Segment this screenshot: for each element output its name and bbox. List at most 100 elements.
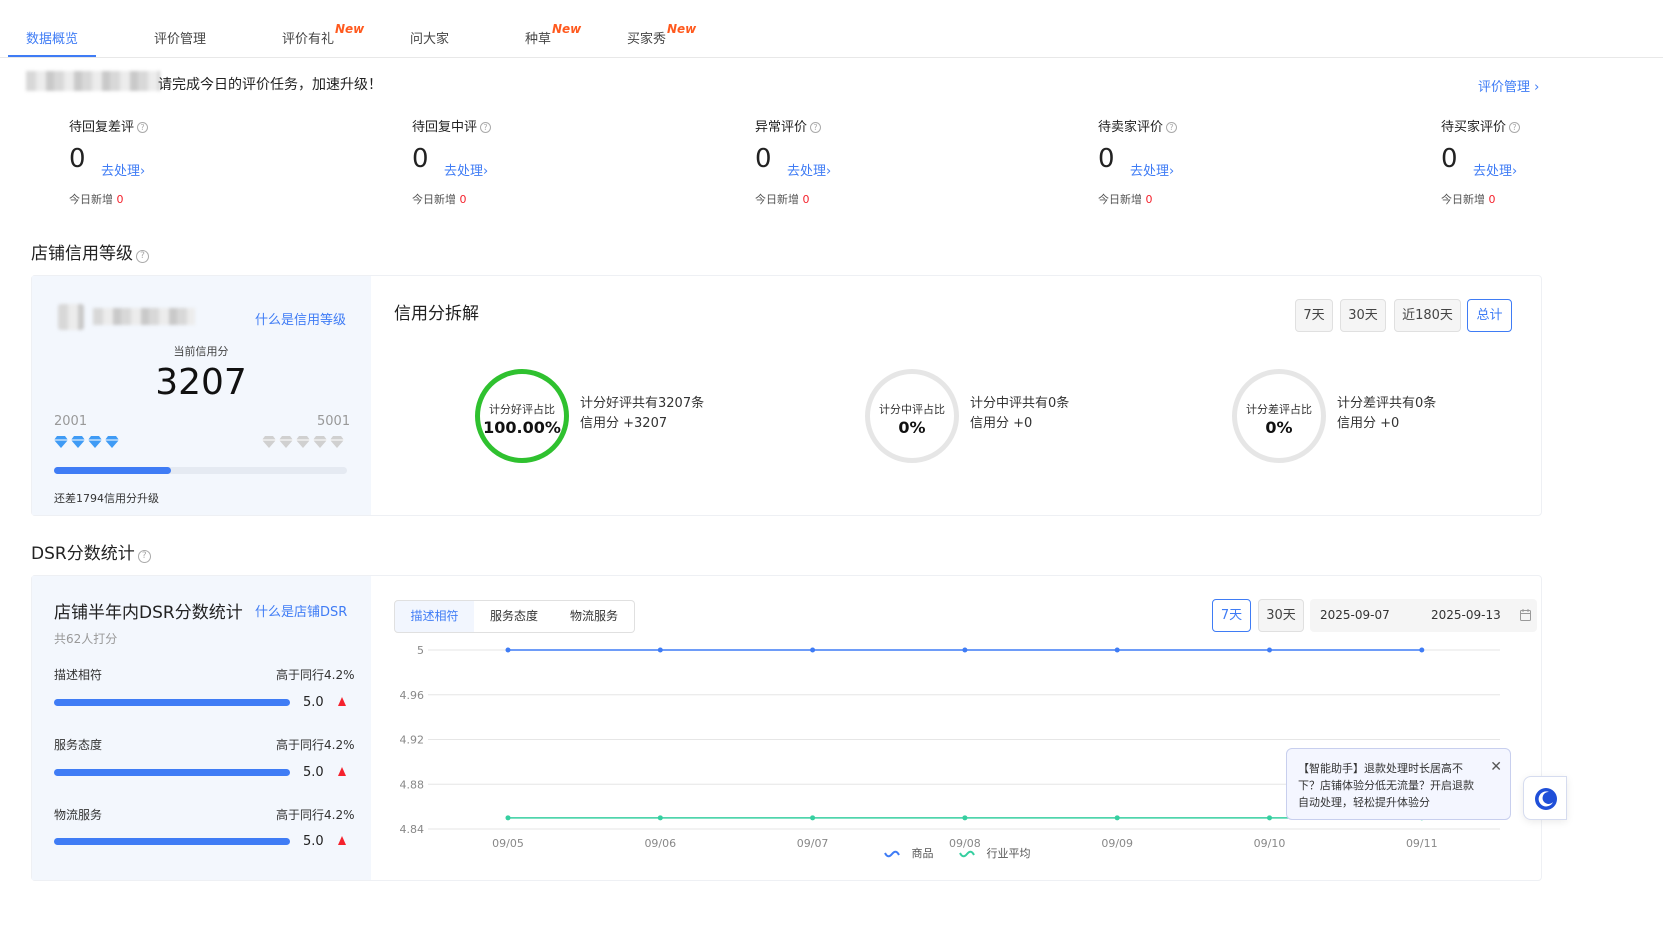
diamond-icon — [105, 436, 119, 448]
up-arrow-icon — [338, 767, 346, 776]
today-value: 0 — [1488, 193, 1496, 206]
diamond-icon — [54, 436, 68, 448]
tab-label: 种草 — [525, 32, 552, 47]
assistant-float-button[interactable] — [1523, 776, 1567, 820]
blue-diamonds — [54, 433, 122, 452]
stat-pending-buyer-review: 待买家评价? 0 去处理› 今日新增 0 — [1441, 116, 1641, 206]
shop-avatar — [58, 304, 84, 330]
y-tick-label: 4.92 — [400, 734, 425, 747]
up-arrow-icon — [338, 836, 346, 845]
tab-seeding[interactable]: 种草 New — [525, 22, 581, 47]
stat-pending-seller-review: 待卖家评价? 0 去处理› 今日新增 0 — [1098, 116, 1398, 206]
credit-breakdown-title: 信用分拆解 — [394, 304, 479, 324]
task-notice: 请完成今日的评价任务，加速升级！ — [158, 77, 382, 93]
blurred-shop-name — [26, 71, 160, 91]
mid-review-ring: 计分中评占比 0% — [865, 369, 959, 463]
ring-value: 0% — [898, 418, 926, 437]
go-handle-link[interactable]: 去处理› — [787, 160, 831, 179]
help-icon[interactable]: ? — [480, 122, 492, 133]
ring-label: 计分差评占比 — [1246, 403, 1312, 416]
range-30d-button[interactable]: 30天 — [1340, 299, 1386, 332]
series-point — [810, 815, 816, 821]
date-start[interactable]: 2025-09-07 — [1320, 608, 1390, 622]
credit-progress-fill — [54, 467, 172, 474]
tab-buyer-show[interactable]: 买家秀 New — [627, 22, 696, 47]
ring-desc-line: 计分好评共有3207条 — [580, 396, 705, 411]
stat-title: 待回复中评 — [412, 120, 478, 135]
stat-title: 异常评价 — [755, 120, 808, 135]
help-icon[interactable]: ? — [137, 122, 149, 133]
calendar-icon[interactable] — [1520, 609, 1531, 621]
credit-score: 3207 — [155, 362, 247, 403]
new-badge: New — [667, 22, 697, 36]
x-tick-label: 09/11 — [1406, 837, 1438, 850]
help-icon[interactable]: ? — [137, 550, 151, 563]
dsr-raters: 共62人打分 — [54, 632, 118, 646]
go-handle-link[interactable]: 去处理› — [101, 160, 145, 179]
good-review-ring: 计分好评占比 100.00% — [475, 369, 569, 463]
help-icon[interactable]: ? — [136, 250, 149, 263]
help-icon[interactable]: ? — [810, 122, 822, 133]
diamond-icon — [88, 436, 102, 448]
bad-review-ring: 计分差评占比 0% — [1232, 369, 1326, 463]
segment-logistics[interactable]: 物流服务 — [554, 600, 635, 633]
tab-data-overview[interactable]: 数据概览 — [26, 28, 78, 47]
diamond-icon — [313, 436, 327, 448]
ring-desc-line: 信用分 +0 — [970, 416, 1033, 431]
segment-description[interactable]: 描述相符 — [394, 600, 475, 633]
credit-progress-track — [54, 467, 347, 474]
what-is-dsr-link[interactable]: 什么是店铺DSR — [255, 601, 347, 620]
stat-title: 待买家评价 — [1441, 120, 1507, 135]
diamond-icon — [296, 436, 310, 448]
tab-review-gift[interactable]: 评价有礼 New — [282, 22, 364, 47]
range-180d-button[interactable]: 近180天 — [1394, 299, 1461, 332]
new-badge: New — [335, 22, 365, 36]
smart-assistant-tip[interactable]: 【智能助手】退款处理时长居高不下？店铺体验分低无流量？开启退款自动处理，轻松提升… — [1286, 748, 1511, 820]
today-label: 今日新增 — [1098, 193, 1142, 206]
date-range-picker[interactable]: 2025-09-07 2025-09-13 — [1310, 599, 1537, 632]
stat-value: 0 — [1441, 144, 1458, 174]
today-label: 今日新增 — [1441, 193, 1485, 206]
series-point — [810, 647, 816, 653]
chart-legend: 商品 行业平均 — [884, 845, 1031, 861]
what-is-credit-link[interactable]: 什么是信用等级 — [255, 309, 346, 328]
help-icon[interactable]: ? — [1509, 122, 1521, 133]
today-label: 今日新增 — [69, 193, 113, 206]
range-total-button[interactable]: 总计 — [1467, 299, 1512, 332]
legend-product-icon — [884, 850, 900, 858]
y-tick-label: 4.84 — [400, 823, 425, 836]
x-tick-label: 09/05 — [492, 837, 524, 850]
diamond-icon — [330, 436, 344, 448]
ring-value: 0% — [1265, 418, 1293, 437]
today-value: 0 — [459, 193, 467, 206]
go-handle-link[interactable]: 去处理› — [444, 160, 488, 179]
credit-low-bound: 2001 — [54, 414, 88, 429]
dsr-row-compare: 高于同行4.2% — [276, 808, 355, 822]
mid-review-desc: 计分中评共有0条 信用分 +0 — [970, 394, 1069, 434]
legend-label: 行业平均 — [986, 847, 1031, 860]
go-handle-link[interactable]: 去处理› — [1473, 160, 1517, 179]
ring-desc-line: 计分差评共有0条 — [1337, 396, 1437, 411]
dsr-row-compare: 高于同行4.2% — [276, 738, 355, 752]
series-point — [962, 647, 968, 653]
stat-abnormal-review: 异常评价? 0 去处理› 今日新增 0 — [755, 116, 1055, 206]
dsr-row-label: 物流服务 — [54, 808, 103, 822]
close-icon[interactable]: ✕ — [1490, 759, 1502, 776]
date-end[interactable]: 2025-09-13 — [1431, 608, 1501, 622]
ring-desc-line: 信用分 +0 — [1337, 416, 1400, 431]
go-handle-link[interactable]: 去处理› — [1130, 160, 1174, 179]
series-point — [505, 647, 511, 653]
dsr-row-label: 服务态度 — [54, 738, 103, 752]
tab-ask-everyone[interactable]: 问大家 — [410, 28, 449, 47]
bad-review-desc: 计分差评共有0条 信用分 +0 — [1337, 394, 1436, 434]
dsr-row-score: 5.0 — [303, 695, 324, 710]
dsr-range-30d-button[interactable]: 30天 — [1258, 599, 1304, 632]
ring-desc-line: 信用分 +3207 — [580, 416, 668, 431]
tab-review-manage[interactable]: 评价管理 — [154, 28, 206, 47]
review-manage-link[interactable]: 评价管理 › — [1478, 76, 1539, 95]
dsr-card-title: 店铺半年内DSR分数统计 — [54, 603, 243, 623]
dsr-range-7d-button[interactable]: 7天 — [1212, 599, 1251, 632]
segment-service[interactable]: 服务态度 — [474, 600, 555, 633]
range-7d-button[interactable]: 7天 — [1295, 299, 1333, 332]
help-icon[interactable]: ? — [1166, 122, 1178, 133]
